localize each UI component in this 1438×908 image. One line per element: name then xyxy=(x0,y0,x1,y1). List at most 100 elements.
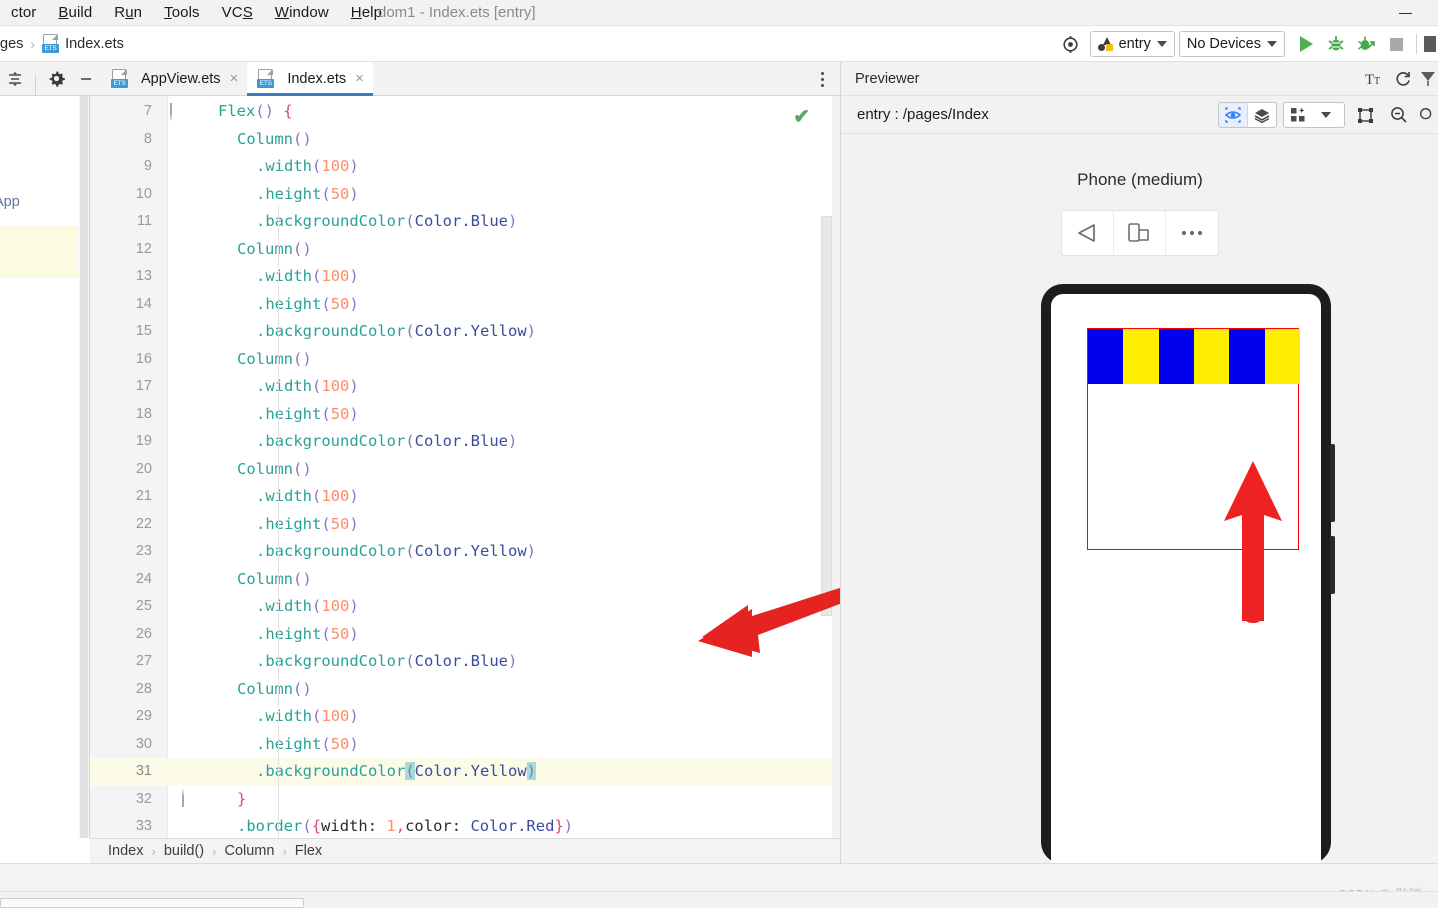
menu-item-vcs[interactable]: VCS xyxy=(211,0,264,26)
code-line[interactable]: 14 .height(50) xyxy=(90,291,840,319)
layers-icon[interactable] xyxy=(1248,103,1276,127)
run-play-icon[interactable] xyxy=(1291,29,1321,59)
code-text: .width(100) xyxy=(256,377,359,395)
code-line[interactable]: 29 .width(100) xyxy=(90,703,840,731)
code-line[interactable]: 20 Column() xyxy=(90,456,840,484)
project-item-app[interactable]: App xyxy=(0,194,20,210)
menu-item-run[interactable]: Run xyxy=(103,0,153,26)
more-icon[interactable] xyxy=(1422,29,1438,59)
zoom-out-icon[interactable] xyxy=(1385,102,1413,128)
code-line[interactable]: 33 .border({width: 1,color: Color.Red}) xyxy=(90,813,840,838)
menu-item-window[interactable]: Window xyxy=(264,0,340,26)
code-line[interactable]: 28 Column() xyxy=(90,676,840,704)
code-text: .height(50) xyxy=(256,514,359,533)
module-label: entry xyxy=(1118,36,1151,52)
code-text: Column() xyxy=(237,239,312,258)
code-line[interactable]: 22 .height(50) xyxy=(90,511,840,539)
fold-marker-open[interactable] xyxy=(170,103,184,122)
editor-breadcrumb-separator: › xyxy=(212,843,217,859)
line-number: 10 xyxy=(135,185,152,202)
code-line[interactable]: 10 .height(50) xyxy=(90,181,840,209)
debug-bug-icon[interactable] xyxy=(1321,29,1351,59)
tab-index-ets[interactable]: ETS Index.ets × xyxy=(247,62,373,96)
code-line[interactable]: 32} xyxy=(90,786,840,814)
minimize-button[interactable] xyxy=(1390,0,1420,26)
code-line[interactable]: 7 Flex() { xyxy=(90,98,840,126)
code-line[interactable]: 19 .backgroundColor(Color.Blue) xyxy=(90,428,840,456)
rendered-flex-container xyxy=(1087,328,1300,623)
line-number: 32 xyxy=(135,790,152,807)
ide-window: ctor Build Run Tools VCS Window Help dom… xyxy=(0,0,1438,908)
menu-label: ctor xyxy=(11,3,37,21)
editor-breadcrumb: Index › build() › Column › Flex xyxy=(90,838,840,863)
project-scrollbar-thumb[interactable] xyxy=(80,96,88,838)
code-line[interactable]: 8 Column() xyxy=(90,126,840,154)
editor-tab-strip: ETS AppView.ets × ETS Index.ets × xyxy=(0,62,840,96)
breadcrumb-folder[interactable]: ges xyxy=(0,36,23,52)
code-line[interactable]: 9 .width(100) xyxy=(90,153,840,181)
editor-scrollbar-thumb[interactable] xyxy=(821,216,832,616)
previewer-subheader-tools xyxy=(1218,96,1438,134)
close-icon[interactable]: × xyxy=(355,71,364,86)
code-line[interactable]: 17 .width(100) xyxy=(90,373,840,401)
code-line[interactable]: 31 .backgroundColor(Color.Yellow) xyxy=(90,758,840,786)
previewer-header-tools: TT xyxy=(1361,62,1438,96)
code-line[interactable]: 23 .backgroundColor(Color.Yellow) xyxy=(90,538,840,566)
editor-breadcrumb-item[interactable]: Index xyxy=(108,843,143,859)
tab-appview-ets[interactable]: ETS AppView.ets × xyxy=(101,62,247,95)
code-line[interactable]: 15 .backgroundColor(Color.Yellow) xyxy=(90,318,840,346)
code-line[interactable]: 11 .backgroundColor(Color.Blue) xyxy=(90,208,840,236)
attach-debugger-icon[interactable] xyxy=(1351,29,1381,59)
menu-item-tools[interactable]: Tools xyxy=(153,0,211,26)
inspection-ok-check[interactable]: ✔ xyxy=(793,104,810,129)
preview-device-screen[interactable] xyxy=(1051,294,1321,864)
collapse-all-icon[interactable] xyxy=(0,62,30,95)
close-icon[interactable]: × xyxy=(230,71,239,86)
line-number: 28 xyxy=(135,680,152,697)
code-line[interactable]: 25 .width(100) xyxy=(90,593,840,621)
minimize-icon[interactable] xyxy=(71,62,101,95)
gear-icon[interactable] xyxy=(41,62,71,95)
orientation-icon[interactable] xyxy=(1114,211,1166,255)
code-line[interactable]: 18 .height(50) xyxy=(90,401,840,429)
zoom-in-icon[interactable] xyxy=(1419,102,1435,128)
editor-breadcrumb-item[interactable]: build() xyxy=(164,843,204,859)
font-size-icon[interactable]: TT xyxy=(1361,66,1389,92)
code-line[interactable]: 30 .height(50) xyxy=(90,731,840,759)
code-text: } xyxy=(237,789,247,808)
code-text: .backgroundColor(Color.Blue) xyxy=(256,652,518,670)
code-text: Column() xyxy=(237,569,312,588)
frame-icon[interactable] xyxy=(1351,102,1379,128)
code-line[interactable]: 24 Column() xyxy=(90,566,840,594)
code-line[interactable]: 12 Column() xyxy=(90,236,840,264)
module-selector[interactable]: entry xyxy=(1089,31,1175,57)
breadcrumb-file[interactable]: Index.ets xyxy=(65,36,124,52)
rotate-left-icon[interactable] xyxy=(1062,211,1114,255)
code-line[interactable]: 13 .width(100) xyxy=(90,263,840,291)
more-vertical-icon[interactable] xyxy=(812,68,832,90)
device-selector[interactable]: No Devices xyxy=(1178,31,1285,57)
code-line[interactable]: 21 .width(100) xyxy=(90,483,840,511)
fold-marker-close[interactable] xyxy=(170,792,184,806)
more-dots-icon[interactable] xyxy=(1166,211,1218,255)
previewer-panel: Previewer TT entry : /pages/Index Phone … xyxy=(840,62,1438,864)
target-icon[interactable] xyxy=(1056,29,1086,59)
editor-breadcrumb-item[interactable]: Flex xyxy=(295,843,322,859)
menu-item-ctor[interactable]: ctor xyxy=(0,0,47,26)
project-scrollbar[interactable] xyxy=(79,96,89,838)
menu-item-build[interactable]: Build xyxy=(47,0,103,26)
code-text: Flex() { xyxy=(218,102,293,120)
inspect-eye-icon[interactable] xyxy=(1219,103,1247,127)
code-line[interactable]: 16 Column() xyxy=(90,346,840,374)
code-line[interactable]: 27 .backgroundColor(Color.Blue) xyxy=(90,648,840,676)
inspector-icon[interactable] xyxy=(1417,66,1438,92)
refresh-icon[interactable] xyxy=(1389,66,1417,92)
editor-breadcrumb-item[interactable]: Column xyxy=(224,843,274,859)
editor-code-area[interactable]: 7 Flex() {8 Column() 9 .width(100) 10 .height(… xyxy=(90,96,840,838)
multi-device-dropdown[interactable] xyxy=(1283,102,1345,128)
stop-icon[interactable] xyxy=(1381,29,1411,59)
code-line[interactable]: 26 .height(50) xyxy=(90,621,840,649)
code-editor[interactable]: 7 Flex() {8 Column() 9 .width(100) 10 .height(… xyxy=(90,96,840,838)
bottom-input-field[interactable] xyxy=(0,898,304,908)
code-text: .backgroundColor(Color.Blue) xyxy=(256,432,518,450)
